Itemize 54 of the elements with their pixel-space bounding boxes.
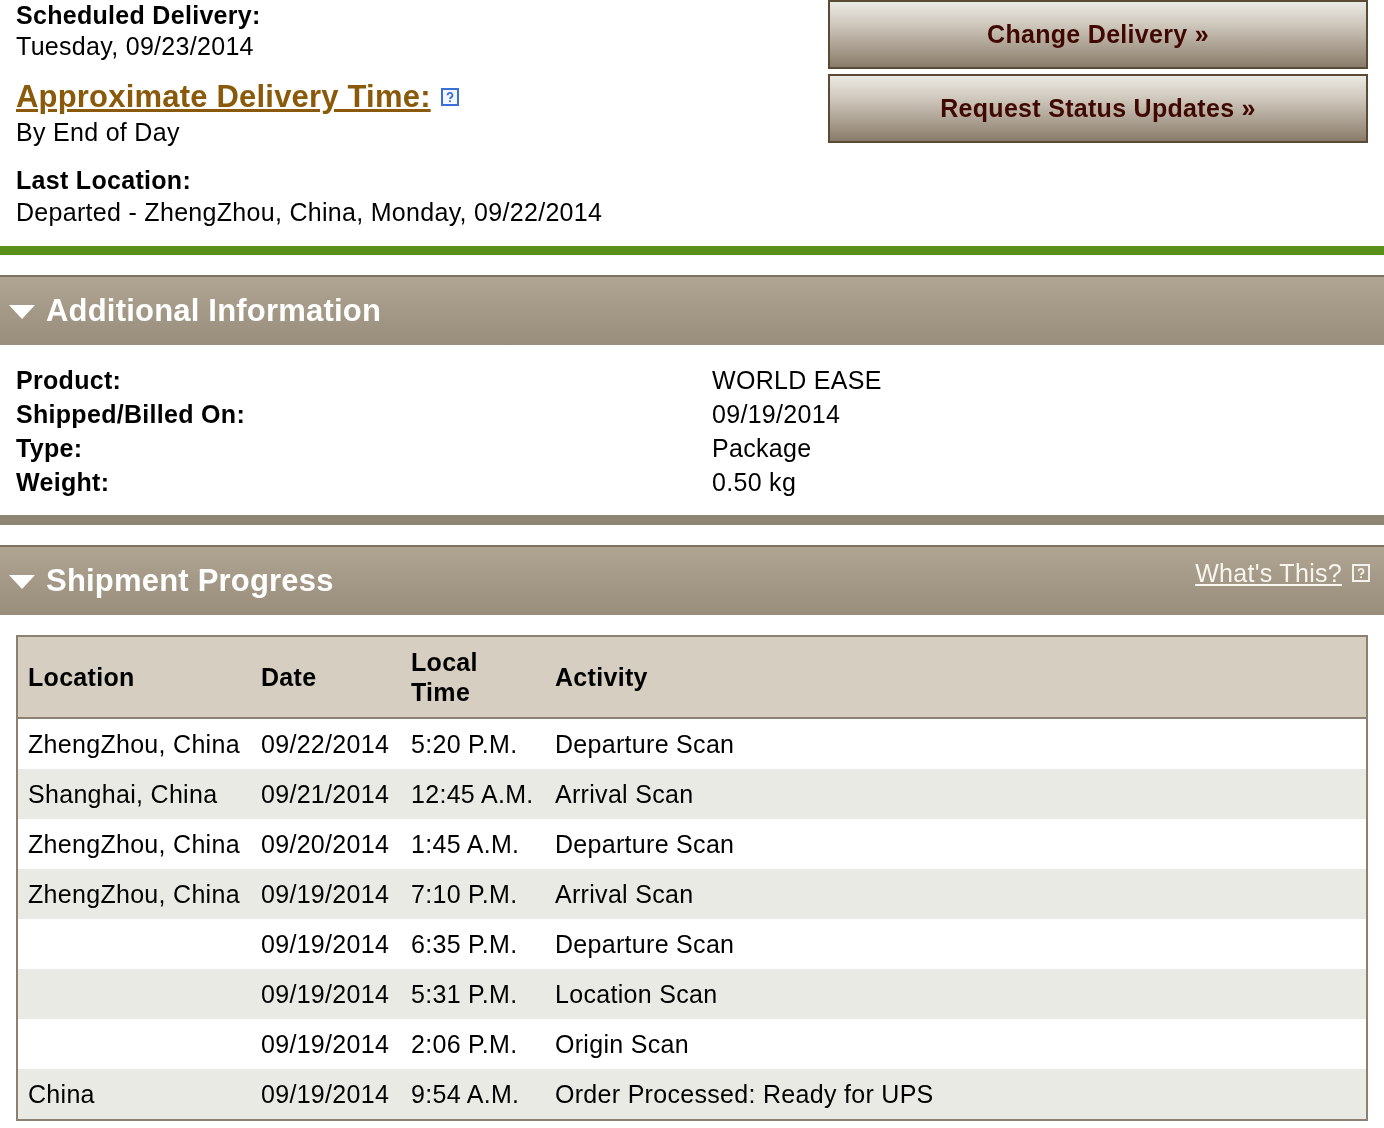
last-location-value: Departed - ZhengZhou, China, Monday, 09/22/2014 (16, 197, 603, 228)
table-cell: 09/19/2014 (251, 1019, 401, 1069)
table-cell: Location Scan (545, 969, 1367, 1019)
table-cell: China (17, 1069, 251, 1120)
field-value: WORLD EASE (712, 365, 883, 396)
table-cell: Departure Scan (545, 819, 1367, 869)
column-header: Location (28, 662, 135, 692)
table-cell: ZhengZhou, China (17, 869, 251, 919)
field-label: Shipped/Billed On: (16, 399, 246, 430)
table-cell: 09/19/2014 (251, 969, 401, 1019)
approximate-delivery-time-link[interactable]: Approximate Delivery Time: (16, 80, 431, 114)
table-cell: Arrival Scan (545, 769, 1367, 819)
table-cell: 09/19/2014 (251, 919, 401, 969)
table-cell: Origin Scan (545, 1019, 1367, 1069)
table-cell: 5:31 P.M. (401, 969, 545, 1019)
table-cell: Arrival Scan (545, 869, 1367, 919)
table-cell: 9:54 A.M. (401, 1069, 545, 1120)
table-cell: Departure Scan (545, 718, 1367, 769)
field-label: Product: (16, 365, 123, 396)
table-cell: 09/21/2014 (251, 769, 401, 819)
scheduled-delivery-label: Scheduled Delivery: (16, 0, 262, 30)
scheduled-delivery-date: Tuesday, 09/23/2014 (16, 31, 255, 62)
field-value: 0.50 kg (712, 467, 798, 498)
table-cell: 09/20/2014 (251, 819, 401, 869)
table-cell: 09/19/2014 (251, 869, 401, 919)
table-cell: ZhengZhou, China (17, 819, 251, 869)
table-cell: Order Processed: Ready for UPS (545, 1069, 1367, 1120)
table-cell: ZhengZhou, China (17, 718, 251, 769)
action-button[interactable]: Request Status Updates » (828, 74, 1368, 143)
section-title: Shipment Progress (46, 562, 334, 600)
table-cell: 09/19/2014 (251, 1069, 401, 1120)
table-cell: 6:35 P.M. (401, 919, 545, 969)
column-header: Activity (555, 662, 648, 692)
column-header: Local Time (411, 647, 478, 707)
table-cell: 2:06 P.M. (401, 1019, 545, 1069)
field-label: Type: (16, 433, 84, 464)
caret-icon[interactable] (9, 305, 35, 319)
table-cell: 09/22/2014 (251, 718, 401, 769)
approximate-delivery-time: By End of Day (16, 117, 181, 148)
action-button[interactable]: Change Delivery » (828, 0, 1368, 69)
caret-icon[interactable] (9, 575, 35, 589)
column-header: Date (261, 662, 317, 692)
table-cell: 5:20 P.M. (401, 718, 545, 769)
table-cell: 12:45 A.M. (401, 769, 545, 819)
field-label: Weight: (16, 467, 111, 498)
field-value: 09/19/2014 (712, 399, 842, 430)
table-cell: 1:45 A.M. (401, 819, 545, 869)
table-cell: 7:10 P.M. (401, 869, 545, 919)
section-title: Additional Information (46, 292, 382, 330)
table-cell: Shanghai, China (17, 769, 251, 819)
field-value: Package (712, 433, 813, 464)
last-location-label: Last Location: (16, 165, 193, 196)
help-icon[interactable] (440, 88, 459, 106)
table-cell: Departure Scan (545, 919, 1367, 969)
